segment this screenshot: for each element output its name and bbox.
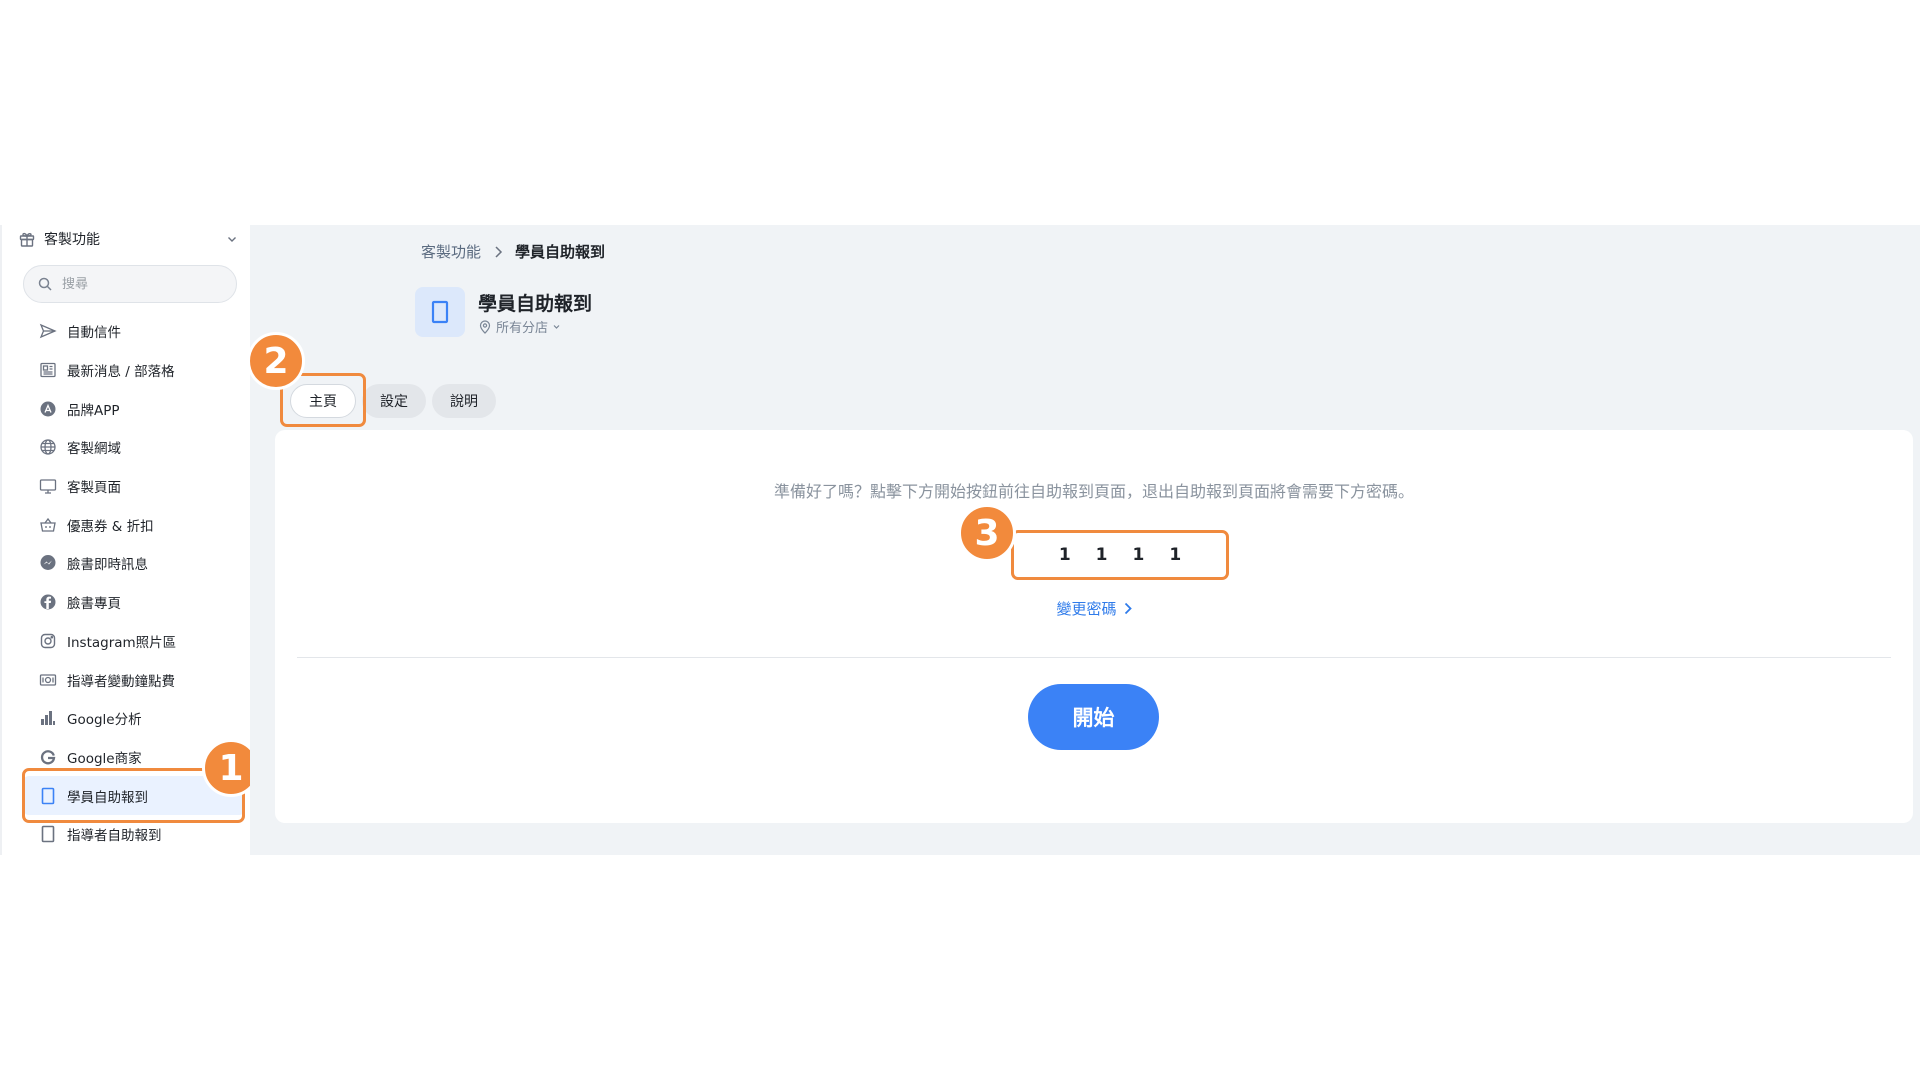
sidebar-edge bbox=[0, 225, 2, 855]
basket-icon bbox=[39, 516, 57, 534]
change-password-link[interactable]: 變更密碼 bbox=[275, 598, 1913, 619]
sidebar-search bbox=[23, 265, 237, 303]
tablet-icon bbox=[429, 300, 451, 324]
divider bbox=[297, 657, 1891, 658]
sidebar-item-label: 品牌APP bbox=[67, 402, 120, 419]
breadcrumb-parent-link[interactable]: 客製功能 bbox=[421, 241, 481, 262]
checkin-card: 準備好了嗎？點擊下方開始按鈕前往自助報到頁面，退出自助報到頁面將會需要下方密碼。… bbox=[275, 430, 1913, 823]
gift-icon bbox=[18, 230, 36, 248]
tab-help[interactable]: 說明 bbox=[432, 384, 496, 418]
sidebar-item-label: 臉書專頁 bbox=[67, 596, 121, 613]
step3-badge: 3 bbox=[958, 504, 1016, 562]
sidebar-item-label: 指導者自助報到 bbox=[67, 828, 162, 845]
sidebar-item-label: Google分析 bbox=[67, 712, 142, 729]
main-content: 客製功能 學員自助報到 學員自助報到 所有分店 主頁 設定 說明 2 準備好了嗎… bbox=[247, 225, 1920, 855]
tablet-icon bbox=[39, 825, 57, 843]
sidebar-item-custom-domain[interactable]: 客製網域 bbox=[23, 428, 245, 467]
page-title: 學員自助報到 bbox=[478, 293, 593, 315]
google-icon bbox=[39, 748, 57, 766]
sidebar-item-google-analytics[interactable]: Google分析 bbox=[23, 699, 245, 738]
start-button[interactable]: 開始 bbox=[1028, 684, 1159, 750]
sidebar-item-custom-page[interactable]: 客製頁面 bbox=[23, 467, 245, 506]
branch-selector[interactable]: 所有分店 bbox=[478, 317, 561, 336]
sidebar-item-label: 自動信件 bbox=[67, 325, 121, 342]
password-digit: 1 bbox=[1095, 545, 1108, 565]
globe-icon bbox=[39, 438, 57, 456]
facebook-icon bbox=[39, 593, 57, 611]
location-pin-icon bbox=[478, 319, 492, 334]
sidebar-item-instagram[interactable]: Instagram照片區 bbox=[23, 622, 245, 661]
breadcrumb-current: 學員自助報到 bbox=[515, 243, 606, 261]
instagram-icon bbox=[39, 632, 57, 650]
breadcrumb: 客製功能 學員自助報到 bbox=[421, 241, 605, 262]
sidebar-item-coupons[interactable]: 優惠券 & 折扣 bbox=[23, 505, 245, 544]
sidebar-header-label: 客製功能 bbox=[44, 232, 100, 248]
sidebar-item-label: 優惠券 & 折扣 bbox=[67, 518, 154, 535]
sidebar-item-label: 臉書即時訊息 bbox=[67, 557, 148, 574]
sidebar-item-messenger[interactable]: 臉書即時訊息 bbox=[23, 544, 245, 583]
sidebar-item-label: Instagram照片區 bbox=[67, 634, 177, 651]
sidebar-item-label: 客製網域 bbox=[67, 441, 121, 458]
sidebar-item-facebook-page[interactable]: 臉書專頁 bbox=[23, 583, 245, 622]
search-input[interactable] bbox=[60, 275, 224, 293]
send-icon bbox=[39, 322, 57, 340]
analytics-icon bbox=[39, 709, 57, 727]
money-icon bbox=[39, 671, 57, 689]
chevron-down-icon bbox=[552, 322, 561, 331]
sidebar-item-news-blog[interactable]: 最新消息 / 部落格 bbox=[23, 351, 245, 390]
change-password-label: 變更密碼 bbox=[1056, 600, 1117, 618]
chevron-right-icon bbox=[493, 245, 503, 259]
branch-label: 所有分店 bbox=[496, 321, 549, 336]
password-digit: 1 bbox=[1058, 545, 1071, 565]
search-icon bbox=[38, 277, 52, 291]
messenger-icon bbox=[39, 554, 57, 572]
sidebar-item-label: Google商家 bbox=[67, 750, 142, 767]
chevron-down-icon[interactable] bbox=[226, 233, 238, 245]
sidebar-item-label: 指導者變動鐘點費 bbox=[67, 673, 175, 690]
tab-settings[interactable]: 設定 bbox=[362, 384, 426, 418]
page-icon bbox=[415, 287, 465, 337]
instruction-text: 準備好了嗎？點擊下方開始按鈕前往自助報到頁面，退出自助報到頁面將會需要下方密碼。 bbox=[773, 482, 1414, 501]
sidebar: 客製功能 自動信件 最新消息 / 部落格 品牌APP bbox=[0, 225, 260, 855]
sidebar-item-brand-app[interactable]: 品牌APP bbox=[23, 389, 245, 428]
password-digit: 1 bbox=[1132, 545, 1145, 565]
sidebar-item-label: 最新消息 / 部落格 bbox=[67, 364, 175, 381]
sidebar-section-header[interactable]: 客製功能 bbox=[18, 225, 238, 253]
sidebar-item-auto-email[interactable]: 自動信件 bbox=[23, 312, 245, 351]
chevron-right-icon bbox=[1123, 602, 1132, 615]
password-digit: 1 bbox=[1169, 545, 1182, 565]
app-icon bbox=[39, 400, 57, 418]
password-display: 1 1 1 1 bbox=[1011, 530, 1229, 580]
sidebar-item-label: 客製頁面 bbox=[67, 480, 121, 497]
monitor-icon bbox=[39, 477, 57, 495]
sidebar-item-instructor-fee[interactable]: 指導者變動鐘點費 bbox=[23, 660, 245, 699]
news-icon bbox=[39, 361, 57, 379]
app-window: 客製功能 自動信件 最新消息 / 部落格 品牌APP bbox=[0, 225, 1920, 855]
step2-badge: 2 bbox=[247, 332, 305, 390]
